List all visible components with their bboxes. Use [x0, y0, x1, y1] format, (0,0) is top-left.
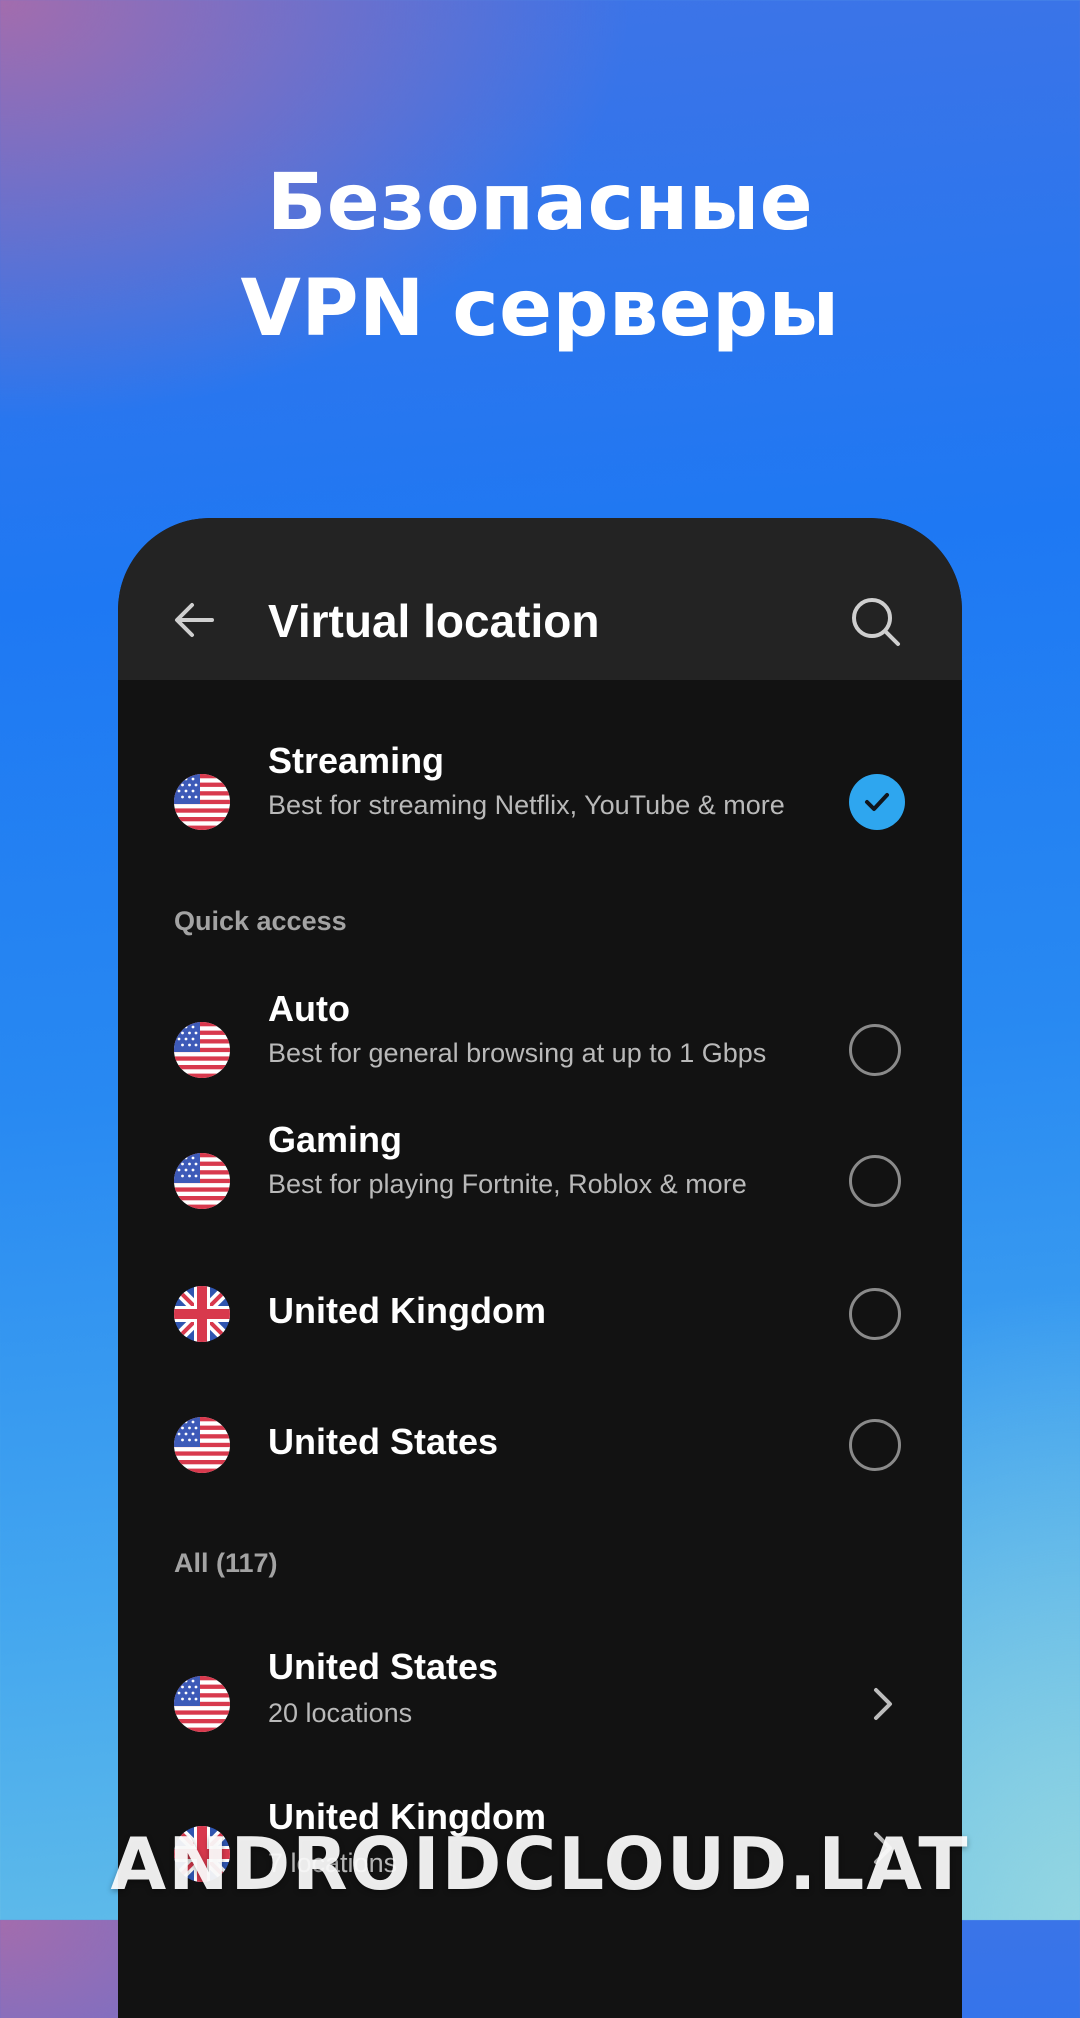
location-name: Gaming [268, 1119, 403, 1160]
phone-screen: Virtual location Streaming Best for stre… [118, 518, 962, 2018]
country-name: United States [268, 1646, 499, 1687]
location-name: United Kingdom [268, 1290, 546, 1331]
radio-button[interactable] [849, 1024, 901, 1076]
us-flag-icon [174, 1417, 230, 1473]
location-subtitle: Best for playing Fortnite, Roblox & more [268, 1169, 747, 1199]
location-subtitle: Best for streaming Netflix, YouTube & mo… [268, 790, 785, 820]
section-header-all: All (117) [174, 1548, 278, 1578]
headline-line-2: VPN серверы [240, 264, 840, 354]
location-name: United States [268, 1421, 499, 1462]
location-row-united-states[interactable]: United States [118, 1389, 962, 1501]
headline-line-1: Безопасные [266, 158, 814, 248]
page-title: Virtual location [268, 595, 600, 647]
location-subtitle: Best for general browsing at up to 1 Gbp… [268, 1038, 767, 1068]
checkmark-icon[interactable] [849, 774, 905, 830]
location-row-auto[interactable]: Auto Best for general browsing at up to … [118, 988, 962, 1108]
uk-flag-icon [174, 1286, 230, 1342]
radio-button[interactable] [849, 1288, 901, 1340]
radio-button[interactable] [849, 1419, 901, 1471]
us-flag-icon [174, 1676, 230, 1732]
section-header-quick-access: Quick access [174, 906, 347, 936]
us-flag-icon [174, 1022, 230, 1078]
search-icon[interactable] [850, 596, 902, 648]
location-name: Auto [268, 988, 350, 1029]
location-row-gaming[interactable]: Gaming Best for playing Fortnite, Roblox… [118, 1119, 962, 1239]
radio-button[interactable] [849, 1155, 901, 1207]
us-flag-icon [174, 1153, 230, 1209]
location-row-streaming[interactable]: Streaming Best for streaming Netflix, Yo… [118, 740, 962, 870]
promo-headline: Безопасные VPN серверы [0, 150, 1080, 362]
country-row-united-states[interactable]: United States 20 locations [118, 1646, 962, 1776]
app-bar: Virtual location [118, 518, 962, 680]
chevron-right-icon[interactable] [862, 1682, 902, 1726]
watermark-text: ANDROIDCLOUD.LAT [110, 1822, 970, 1906]
arrow-left-icon[interactable] [170, 596, 218, 644]
us-flag-icon [174, 774, 230, 830]
location-name: Streaming [268, 740, 445, 781]
location-row-united-kingdom[interactable]: United Kingdom [118, 1258, 962, 1370]
country-location-count: 20 locations [268, 1698, 413, 1728]
